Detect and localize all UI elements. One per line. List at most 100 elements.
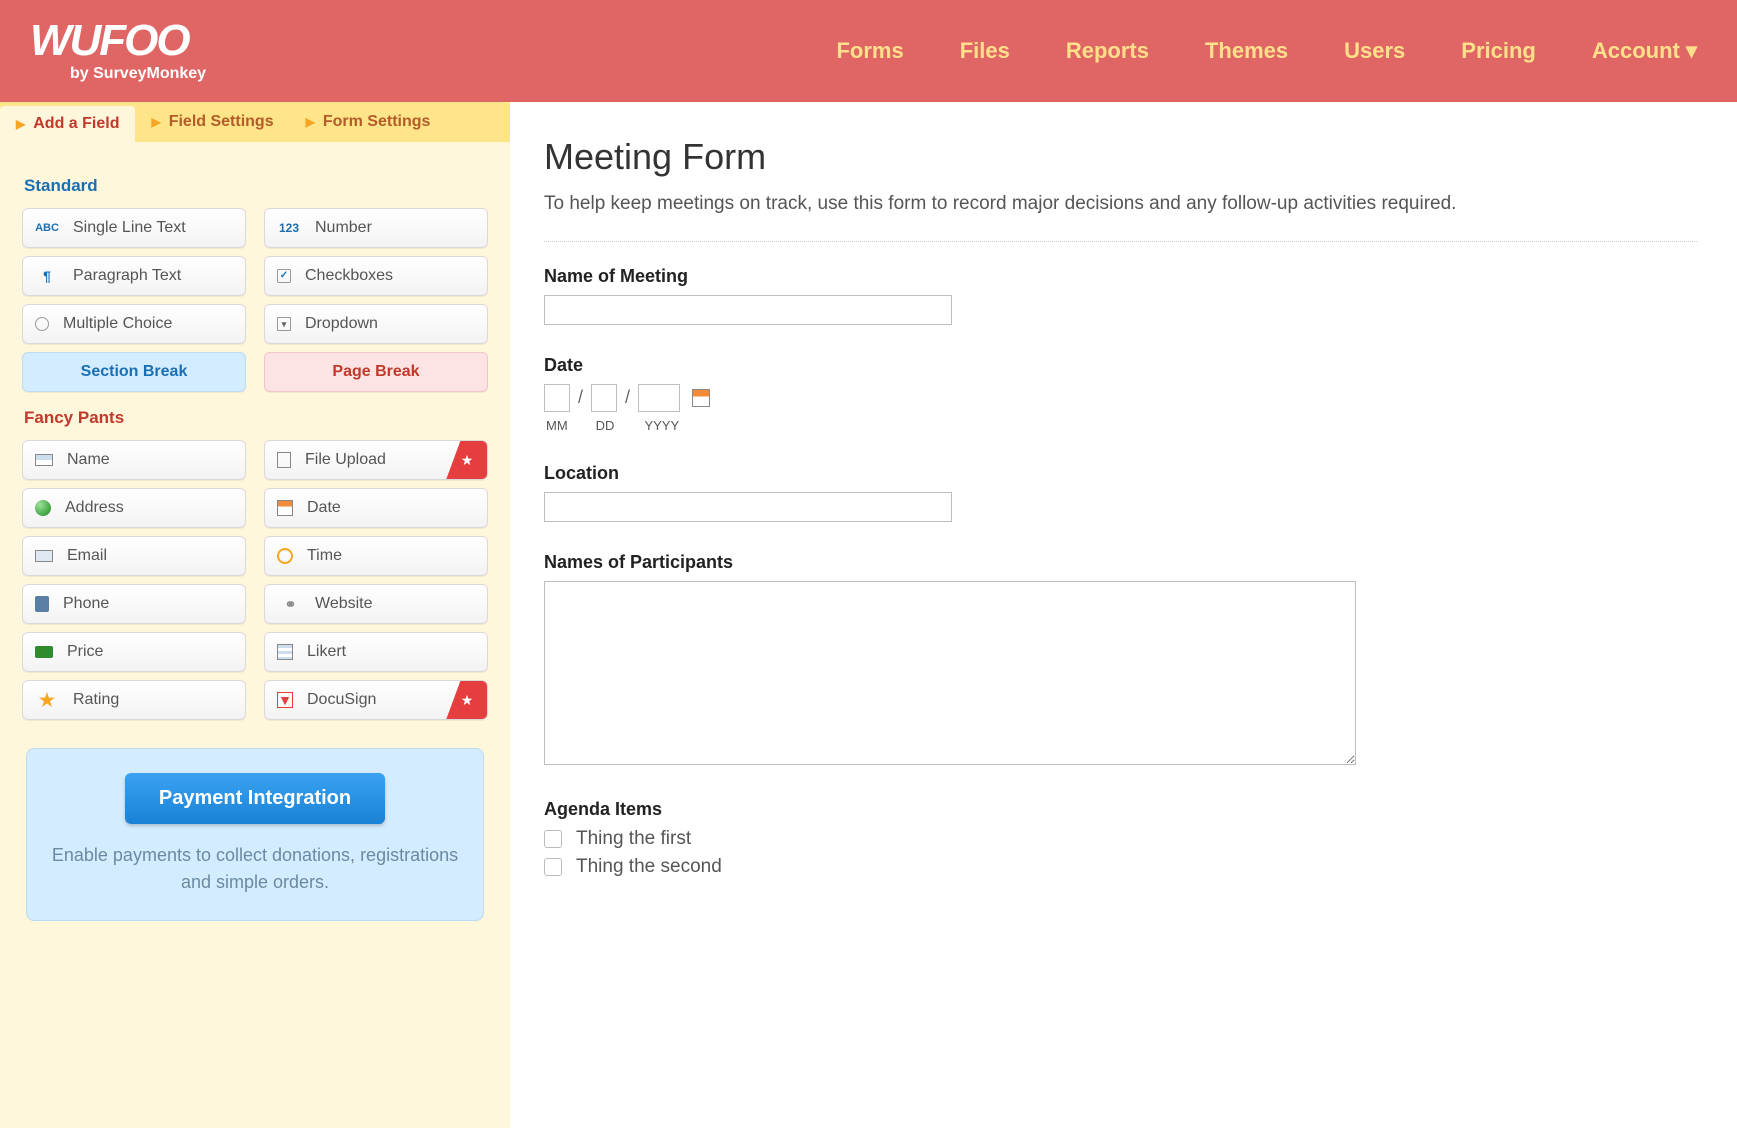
field-price[interactable]: Price (22, 632, 246, 672)
nav-account[interactable]: Account (1592, 38, 1697, 64)
field-label: Email (67, 547, 107, 565)
premium-star-icon: ★ (446, 680, 488, 720)
field-label: DocuSign (307, 691, 376, 709)
field-single-line-text[interactable]: ABCSingle Line Text (22, 208, 246, 248)
label-agenda: Agenda Items (544, 799, 1697, 820)
field-name[interactable]: Name (22, 440, 246, 480)
field-label: File Upload (305, 451, 386, 469)
sublabel-dd: DD (596, 418, 615, 433)
field-likert[interactable]: Likert (264, 632, 488, 672)
form-title[interactable]: Meeting Form (544, 136, 1697, 178)
input-location[interactable] (544, 492, 952, 522)
panel-tabs: ▶Add a Field ▶ Field Settings ▶ Form Setti… (0, 102, 510, 142)
mail-icon (35, 550, 53, 562)
field-address[interactable]: Address (22, 488, 246, 528)
payment-integration-button[interactable]: Payment Integration (125, 773, 385, 824)
field-label: Address (65, 499, 124, 517)
download-icon: ▼ (277, 692, 293, 708)
clock-icon (277, 548, 293, 564)
tab-form-settings-label: Form Settings (323, 113, 431, 131)
payment-promo: Payment Integration Enable payments to c… (26, 748, 484, 921)
field-label: Dropdown (305, 315, 378, 333)
field-number[interactable]: 123 Number (264, 208, 488, 248)
checkbox-agenda-1[interactable] (544, 830, 562, 848)
calendar-picker-icon[interactable] (692, 389, 710, 407)
field-section-break[interactable]: Section Break (22, 352, 246, 392)
field-block-location[interactable]: Location (544, 463, 1697, 522)
nav-themes[interactable]: Themes (1205, 38, 1288, 64)
field-label: Website (315, 595, 373, 613)
sublabel-mm: MM (546, 418, 568, 433)
nav-forms[interactable]: Forms (836, 38, 903, 64)
number-icon: 123 (277, 218, 301, 238)
form-canvas: Meeting Form To help keep meetings on tr… (510, 102, 1737, 1128)
field-label: Paragraph Text (73, 267, 181, 285)
field-label: Single Line Text (73, 219, 186, 237)
input-date-yyyy[interactable] (638, 384, 680, 412)
agenda-item-2[interactable]: Thing the second (544, 856, 1697, 878)
field-block-participants[interactable]: Names of Participants (544, 552, 1697, 769)
agenda-item-label: Thing the first (576, 828, 691, 850)
label-name-of-meeting: Name of Meeting (544, 266, 1697, 287)
field-label: Phone (63, 595, 109, 613)
field-label: Rating (73, 691, 119, 709)
idcard-icon (35, 454, 53, 466)
phone-icon (35, 596, 49, 612)
nav-reports[interactable]: Reports (1066, 38, 1149, 64)
star-icon: ★ (35, 690, 59, 710)
date-separator: / (578, 387, 583, 408)
field-block-name-of-meeting[interactable]: Name of Meeting (544, 266, 1697, 325)
agenda-item-label: Thing the second (576, 856, 722, 878)
calendar-icon (277, 500, 293, 516)
field-website[interactable]: ⚭ Website (264, 584, 488, 624)
tab-field-settings[interactable]: ▶ Field Settings (135, 102, 289, 142)
triangle-icon: ▶ (306, 115, 315, 129)
field-block-agenda[interactable]: Agenda Items Thing the first Thing the s… (544, 799, 1697, 878)
tab-form-settings[interactable]: ▶ Form Settings (290, 102, 447, 142)
field-email[interactable]: Email (22, 536, 246, 576)
field-date[interactable]: Date (264, 488, 488, 528)
globe-icon (35, 500, 51, 516)
input-name-of-meeting[interactable] (544, 295, 952, 325)
field-file-upload[interactable]: File Upload★ (264, 440, 488, 480)
link-icon: ⚭ (277, 594, 301, 614)
field-block-date[interactable]: Date / / MM DD YYYY (544, 355, 1697, 433)
form-description[interactable]: To help keep meetings on track, use this… (544, 190, 1697, 242)
dropdown-icon (277, 317, 291, 331)
sublabel-yyyy: YYYY (644, 418, 679, 433)
field-time[interactable]: Time (264, 536, 488, 576)
field-label: Page Break (332, 363, 419, 381)
money-icon (35, 646, 53, 658)
radio-icon (35, 317, 49, 331)
agenda-item-1[interactable]: Thing the first (544, 828, 1697, 850)
triangle-icon: ▶ (151, 115, 160, 129)
nav-users[interactable]: Users (1344, 38, 1405, 64)
tab-add-field[interactable]: ▶Add a Field (0, 106, 135, 142)
field-docusign[interactable]: ▼ DocuSign ★ (264, 680, 488, 720)
nav-files[interactable]: Files (960, 38, 1010, 64)
field-label: Price (67, 643, 103, 661)
logo-main: WUFOO (30, 19, 206, 63)
field-page-break[interactable]: Page Break (264, 352, 488, 392)
field-phone[interactable]: Phone (22, 584, 246, 624)
textarea-participants[interactable] (544, 581, 1356, 765)
label-location: Location (544, 463, 1697, 484)
field-label: Multiple Choice (63, 315, 172, 333)
category-fancy: Fancy Pants (24, 408, 488, 428)
field-label: Date (307, 499, 341, 517)
field-dropdown[interactable]: Dropdown (264, 304, 488, 344)
field-multiple-choice[interactable]: Multiple Choice (22, 304, 246, 344)
field-paragraph-text[interactable]: ¶Paragraph Text (22, 256, 246, 296)
checkbox-agenda-2[interactable] (544, 858, 562, 876)
input-date-mm[interactable] (544, 384, 570, 412)
tab-field-settings-label: Field Settings (169, 113, 274, 131)
field-rating[interactable]: ★ Rating (22, 680, 246, 720)
input-date-dd[interactable] (591, 384, 617, 412)
logo: WUFOO by SurveyMonkey (30, 19, 206, 83)
field-checkboxes[interactable]: Checkboxes (264, 256, 488, 296)
field-label: Number (315, 219, 372, 237)
nav-pricing[interactable]: Pricing (1461, 38, 1536, 64)
label-participants: Names of Participants (544, 552, 1697, 573)
triangle-icon: ▶ (16, 117, 25, 131)
field-label: Likert (307, 643, 346, 661)
